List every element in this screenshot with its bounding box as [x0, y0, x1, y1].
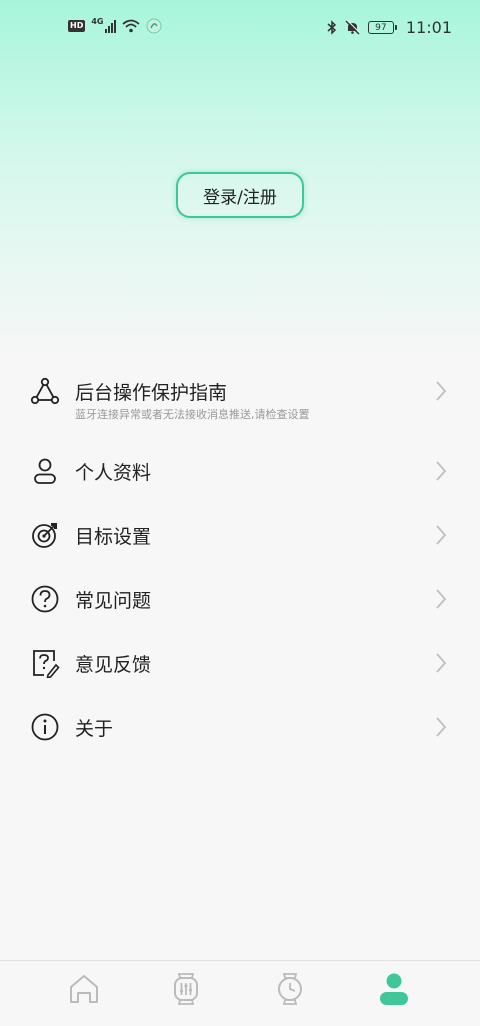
menu-item-background-guide[interactable]: 后台操作保护指南 蓝牙连接异常或者无法接收消息推送,请检查设置 [0, 372, 480, 452]
network-type: 4G [91, 16, 104, 26]
app-notification-icon [146, 18, 162, 34]
menu-label-profile: 个人资料 [75, 462, 152, 484]
status-left: HD 4G [68, 16, 162, 34]
info-circle-icon [31, 713, 59, 741]
mute-bell-icon [345, 20, 360, 35]
status-bar: HD 4G 97 11:01 [0, 0, 480, 56]
target-icon [32, 523, 57, 548]
chevron-right-icon [436, 717, 447, 737]
menu-label-background-guide: 后台操作保护指南 [75, 382, 228, 404]
menu-label-feedback: 意见反馈 [75, 654, 152, 676]
person-icon [34, 458, 56, 484]
menu-label-about: 关于 [75, 718, 114, 740]
menu-item-goal-settings[interactable]: 目标设置 [0, 516, 480, 576]
menu-label-goal-settings: 目标设置 [75, 526, 152, 548]
watch-face-icon[interactable] [166, 969, 206, 1009]
hd-badge: HD [68, 20, 86, 32]
signal-icon [105, 19, 117, 33]
status-right: 97 11:01 [327, 18, 452, 37]
menu-item-profile[interactable]: 个人资料 [0, 452, 480, 512]
chevron-right-icon [436, 653, 447, 673]
chevron-right-icon [436, 589, 447, 609]
login-register-button[interactable]: 登录/注册 [176, 172, 304, 218]
chevron-right-icon [436, 461, 447, 481]
home-icon[interactable] [64, 969, 104, 1009]
menu-item-about[interactable]: 关于 [0, 708, 480, 768]
profile-icon[interactable] [374, 969, 414, 1009]
bottom-nav [0, 960, 480, 1026]
question-circle-icon [31, 585, 59, 613]
wifi-icon [122, 19, 141, 33]
menu-sub-background-guide: 蓝牙连接异常或者无法接收消息推送,请检查设置 [75, 408, 310, 421]
battery-indicator: 97 [367, 21, 397, 34]
bluetooth-icon [327, 20, 336, 35]
menu-item-faq[interactable]: 常见问题 [0, 580, 480, 640]
menu-label-faq: 常见问题 [75, 590, 152, 612]
network-nodes-icon [30, 377, 60, 405]
watch-icon[interactable] [270, 969, 310, 1009]
menu-item-feedback[interactable]: 意见反馈 [0, 644, 480, 704]
chevron-right-icon [436, 525, 447, 545]
chevron-right-icon [436, 381, 447, 401]
feedback-icon [33, 650, 60, 678]
status-time: 11:01 [405, 18, 452, 37]
